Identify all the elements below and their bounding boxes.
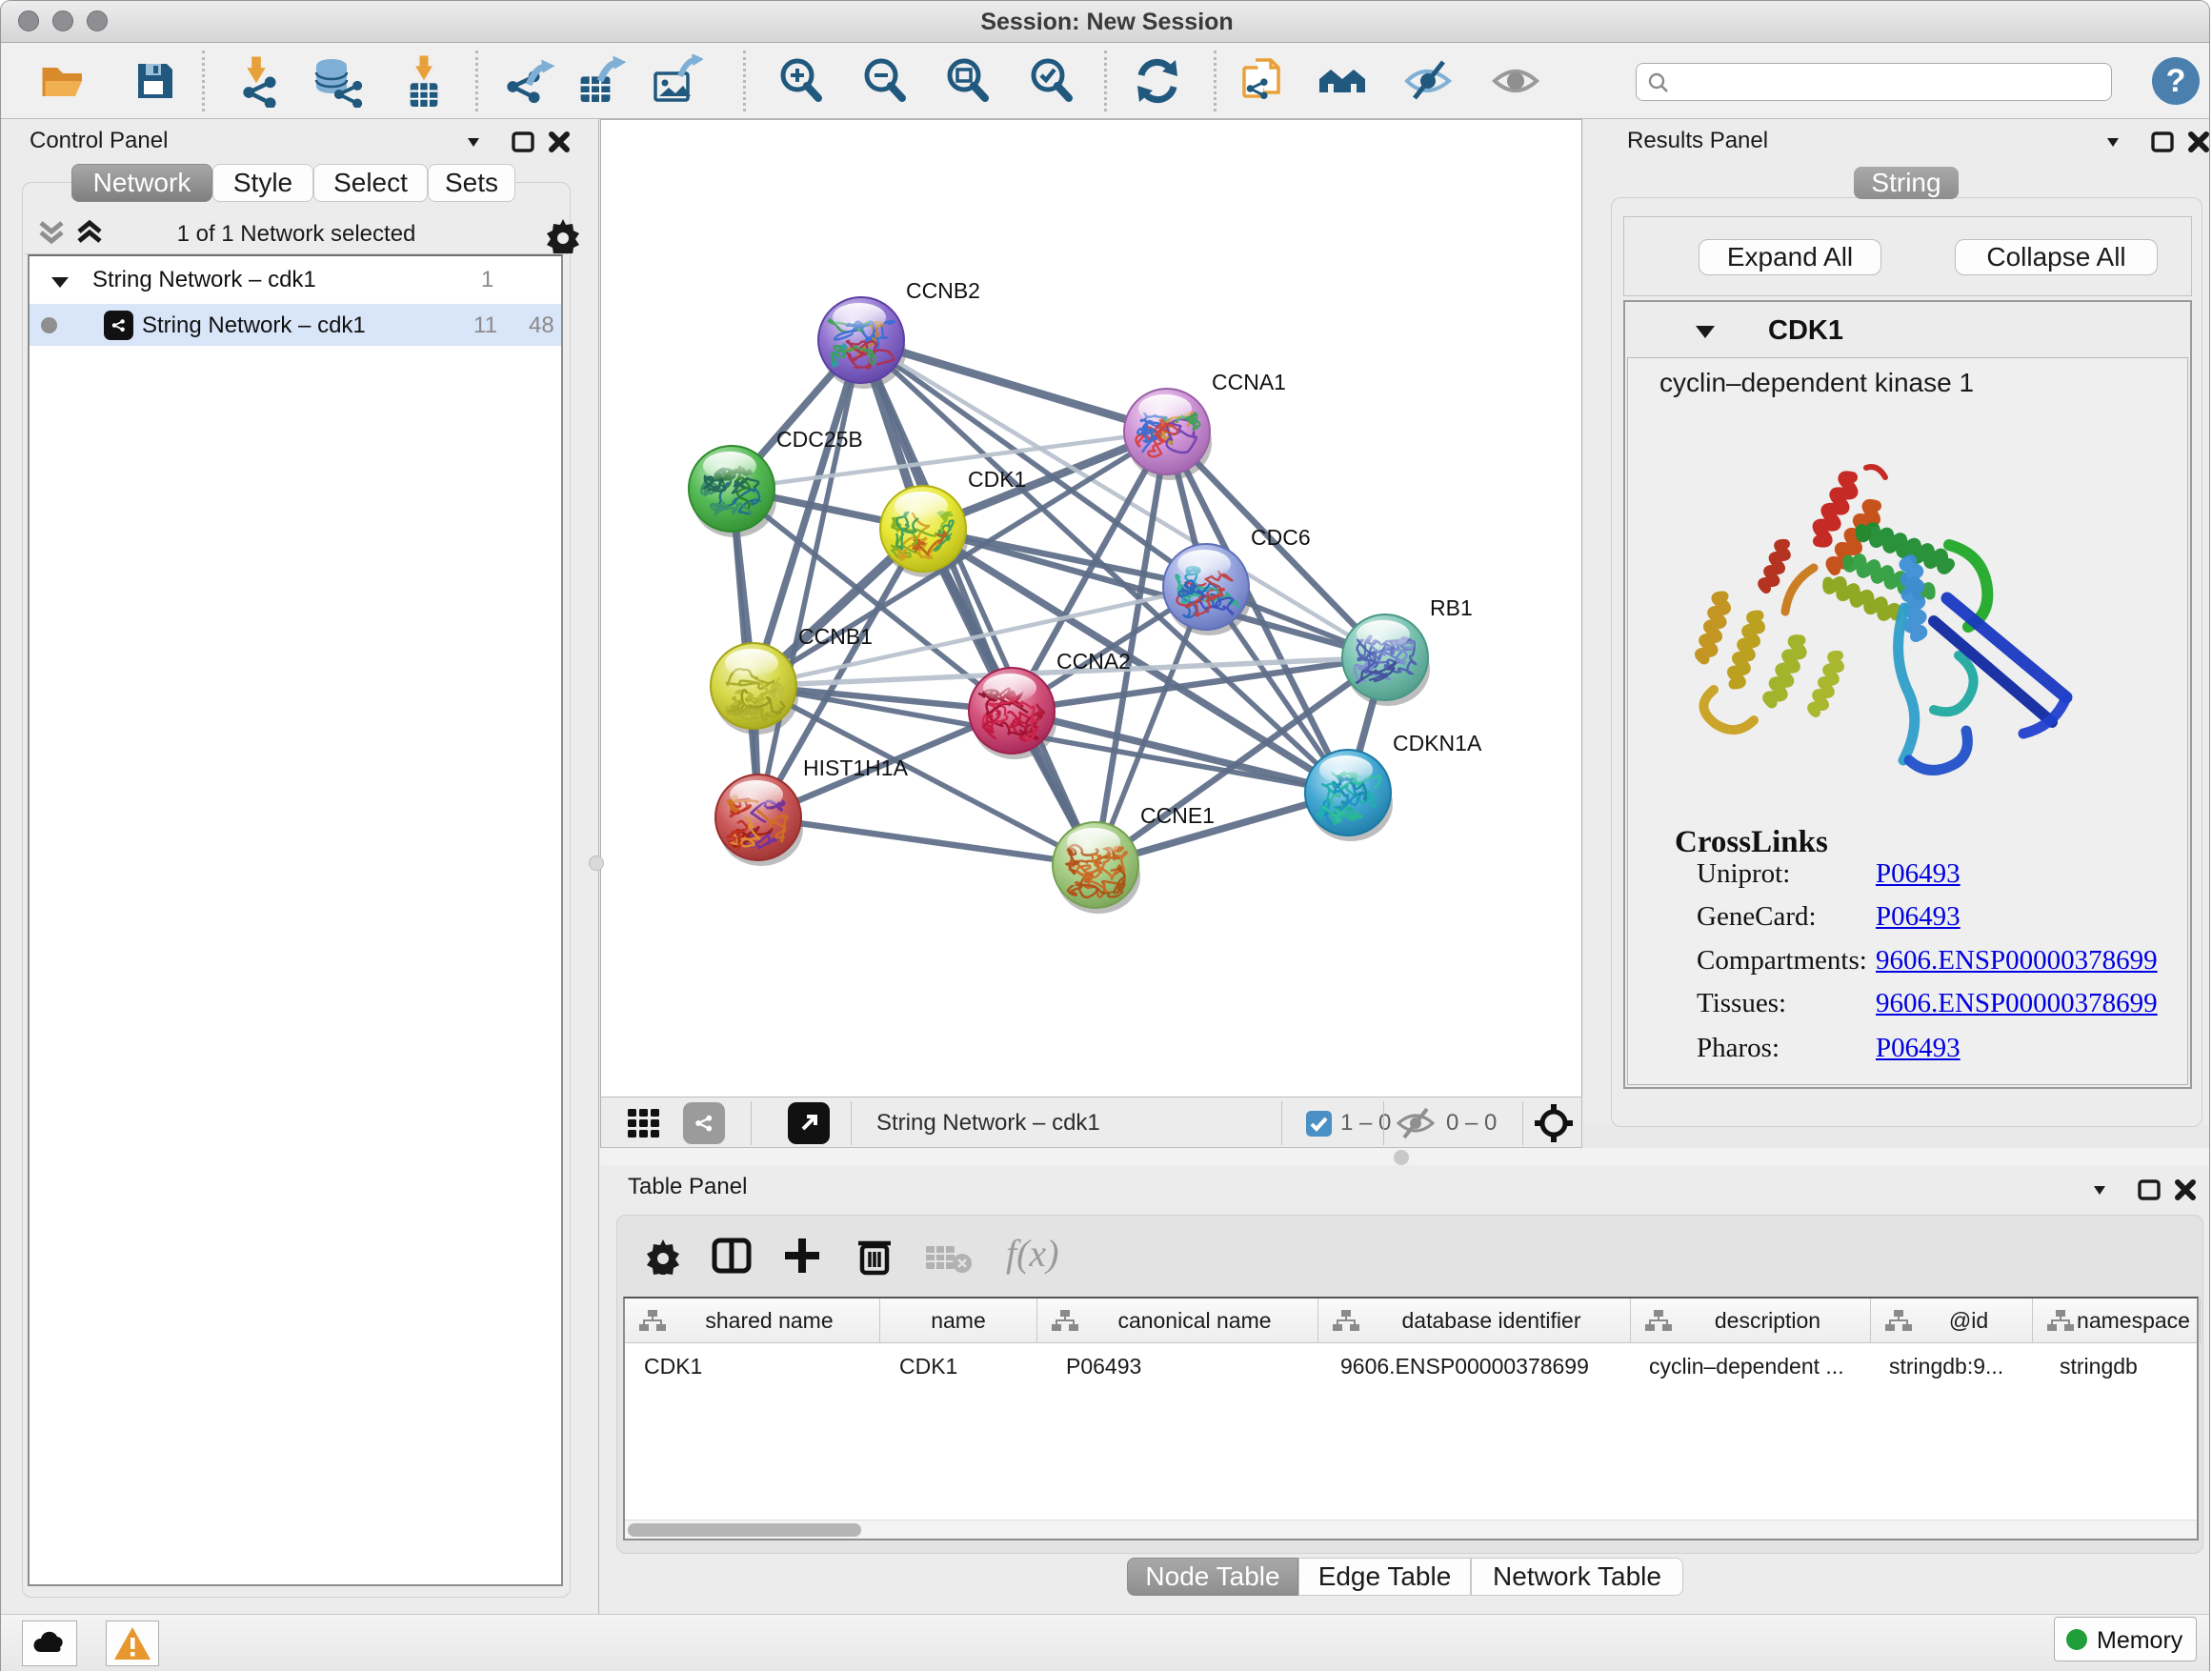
svg-text:CCNB2: CCNB2: [906, 278, 980, 303]
svg-text:CCNE1: CCNE1: [1140, 803, 1215, 828]
svg-text:CCNA2: CCNA2: [1056, 649, 1131, 674]
svg-text:HIST1H1A: HIST1H1A: [803, 755, 909, 780]
svg-text:CDC25B: CDC25B: [776, 427, 863, 452]
svg-text:CDKN1A: CDKN1A: [1393, 731, 1482, 755]
svg-text:CCNB1: CCNB1: [798, 624, 873, 649]
svg-text:CDC6: CDC6: [1251, 525, 1311, 550]
svg-text:CDK1: CDK1: [968, 467, 1026, 492]
svg-text:CCNA1: CCNA1: [1212, 370, 1286, 394]
svg-text:RB1: RB1: [1430, 595, 1473, 620]
